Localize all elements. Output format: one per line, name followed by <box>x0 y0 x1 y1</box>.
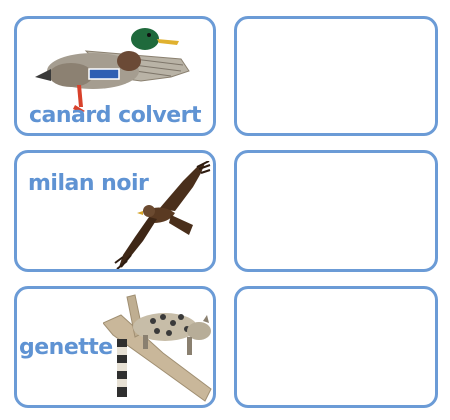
card-milan-noir[interactable]: milan noir <box>14 150 216 272</box>
empty-slot[interactable] <box>234 150 438 272</box>
genet-image <box>103 294 212 402</box>
card-label: canard colvert <box>29 103 201 128</box>
empty-slot[interactable] <box>234 16 438 136</box>
card-genette[interactable]: genette <box>14 286 216 408</box>
card-canard-colvert[interactable]: canard colvert <box>14 16 216 136</box>
black-kite-image <box>114 161 211 269</box>
card-label: genette <box>19 335 113 360</box>
mallard-duck-image <box>35 28 190 113</box>
empty-slot[interactable] <box>234 286 438 408</box>
